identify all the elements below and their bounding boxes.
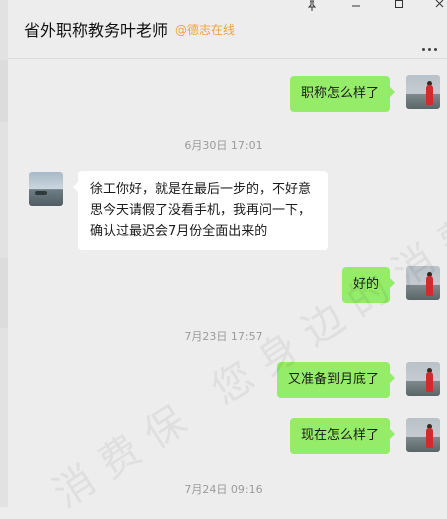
message-bubble-sent[interactable]: 又准备到月底了 <box>276 362 396 398</box>
left-panel-item[interactable] <box>0 258 8 328</box>
avatar[interactable] <box>406 362 440 396</box>
avatar[interactable] <box>406 418 440 452</box>
avatar[interactable] <box>406 266 440 300</box>
left-panel-edge <box>0 0 8 507</box>
pin-icon[interactable] <box>304 0 320 14</box>
maximize-icon[interactable] <box>391 0 407 14</box>
message-bubble-received[interactable]: 徐工你好，就是在最后一步的，不好意思今天请假了没看手机，我再问一下，确认过最迟会… <box>73 171 328 250</box>
org-tag: @德志在线 <box>175 23 236 37</box>
minimize-icon[interactable] <box>348 0 364 14</box>
timestamp: 7月23日 17:57 <box>184 330 263 343</box>
message-bubble-sent[interactable]: 职称怎么样了 <box>289 76 396 112</box>
left-panel-item[interactable] <box>0 60 8 122</box>
chat-title[interactable]: 省外职称教务叶老师 <box>24 17 168 41</box>
avatar[interactable] <box>29 172 63 206</box>
message-bubble-sent[interactable]: 现在怎么样了 <box>289 418 396 454</box>
timestamp: 7月24日 09:16 <box>184 483 263 496</box>
avatar[interactable] <box>406 75 440 109</box>
chat-header: 省外职称教务叶老师 @德志在线 <box>8 0 447 59</box>
message-bubble-sent[interactable]: 好的 <box>341 267 396 303</box>
timestamp: 6月30日 17:01 <box>184 139 263 152</box>
close-icon[interactable] <box>432 0 447 14</box>
more-icon[interactable] <box>419 36 437 55</box>
